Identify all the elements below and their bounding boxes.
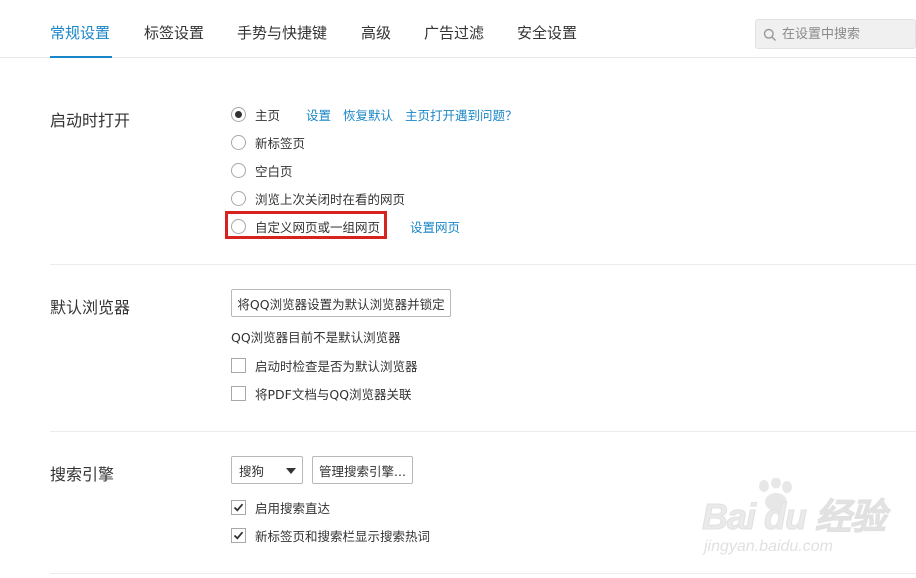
tab-ad-filter[interactable]: 广告过滤 — [424, 22, 484, 43]
section-title-startup: 启动时打开 — [50, 111, 131, 130]
startup-option-home[interactable]: 主页 设置 恢复默认 主页打开遇到问题？ — [231, 104, 518, 124]
home-problem-link[interactable]: 主页打开遇到问题？ — [405, 105, 518, 124]
blank-panel — [603, 16, 748, 50]
search-direct-row[interactable]: 启用搜索直达 — [231, 497, 330, 517]
settings-search-input[interactable] — [782, 24, 912, 44]
active-tab-indicator — [50, 56, 112, 58]
section-divider — [50, 264, 916, 265]
search-engine-select[interactable]: 搜狗 — [231, 456, 303, 484]
checkbox-hot-words[interactable] — [231, 527, 246, 543]
radio-new-tab[interactable] — [231, 134, 246, 150]
radio-label: 新标签页 — [255, 135, 306, 151]
search-icon — [763, 27, 777, 42]
tab-general[interactable]: 常规设置 — [50, 22, 110, 43]
set-default-browser-button[interactable]: 将QQ浏览器设置为默认浏览器并锁定 — [231, 289, 451, 317]
section-title-default-browser: 默认浏览器 — [50, 298, 131, 317]
highlight-box — [225, 211, 387, 239]
section-divider — [50, 431, 916, 432]
manage-search-engines-button[interactable]: 管理搜索引擎... — [312, 456, 413, 484]
radio-label: 浏览上次关闭时在看的网页 — [255, 191, 406, 207]
watermark-text: Bai du 经验 — [701, 496, 886, 538]
settings-tab-bar: 常规设置 标签设置 手势与快捷键 高级 广告过滤 安全设置 — [0, 0, 916, 58]
settings-search-box[interactable] — [755, 19, 916, 49]
default-browser-status: QQ浏览器目前不是默认浏览器 — [231, 330, 401, 345]
check-icon — [233, 503, 244, 512]
check-icon — [233, 531, 244, 540]
section-title-search-engine: 搜索引擎 — [50, 465, 115, 484]
startup-option-blank[interactable]: 空白页 — [231, 160, 293, 180]
radio-label: 主页 — [255, 107, 281, 123]
tab-tabs[interactable]: 标签设置 — [144, 22, 204, 43]
checkbox-check-default[interactable] — [231, 357, 246, 373]
startup-option-new-tab[interactable]: 新标签页 — [231, 132, 305, 152]
chevron-down-icon — [286, 468, 296, 474]
baidu-watermark: Bai du 经验 jingyan.baidu.com — [700, 478, 910, 568]
checkbox-label: 启用搜索直达 — [255, 500, 331, 516]
search-engine-selected: 搜狗 — [239, 463, 265, 479]
radio-last-session[interactable] — [231, 190, 246, 206]
pdf-association-row[interactable]: 将PDF文档与QQ浏览器关联 — [231, 383, 412, 403]
radio-blank[interactable] — [231, 162, 246, 178]
restore-default-link[interactable]: 恢复默认 — [343, 105, 393, 124]
home-settings-link[interactable]: 设置 — [306, 105, 331, 124]
startup-option-last-session[interactable]: 浏览上次关闭时在看的网页 — [231, 188, 405, 208]
radio-home[interactable] — [231, 106, 246, 122]
section-divider — [50, 573, 916, 574]
checkbox-search-direct[interactable] — [231, 499, 246, 515]
checkbox-label: 启动时检查是否为默认浏览器 — [255, 358, 418, 374]
watermark-url: jingyan.baidu.com — [704, 538, 833, 555]
tab-gestures-shortcuts[interactable]: 手势与快捷键 — [237, 22, 327, 43]
checkbox-label: 将PDF文档与QQ浏览器关联 — [255, 386, 412, 402]
checkbox-label: 新标签页和搜索栏显示搜索热词 — [255, 528, 431, 544]
tab-advanced[interactable]: 高级 — [361, 22, 391, 43]
tab-security[interactable]: 安全设置 — [517, 22, 577, 43]
hot-words-row[interactable]: 新标签页和搜索栏显示搜索热词 — [231, 525, 430, 545]
radio-label: 空白页 — [255, 163, 293, 179]
check-default-on-start-row[interactable]: 启动时检查是否为默认浏览器 — [231, 355, 418, 375]
set-pages-link[interactable]: 设置网页 — [410, 217, 460, 236]
checkbox-pdf-association[interactable] — [231, 385, 246, 401]
